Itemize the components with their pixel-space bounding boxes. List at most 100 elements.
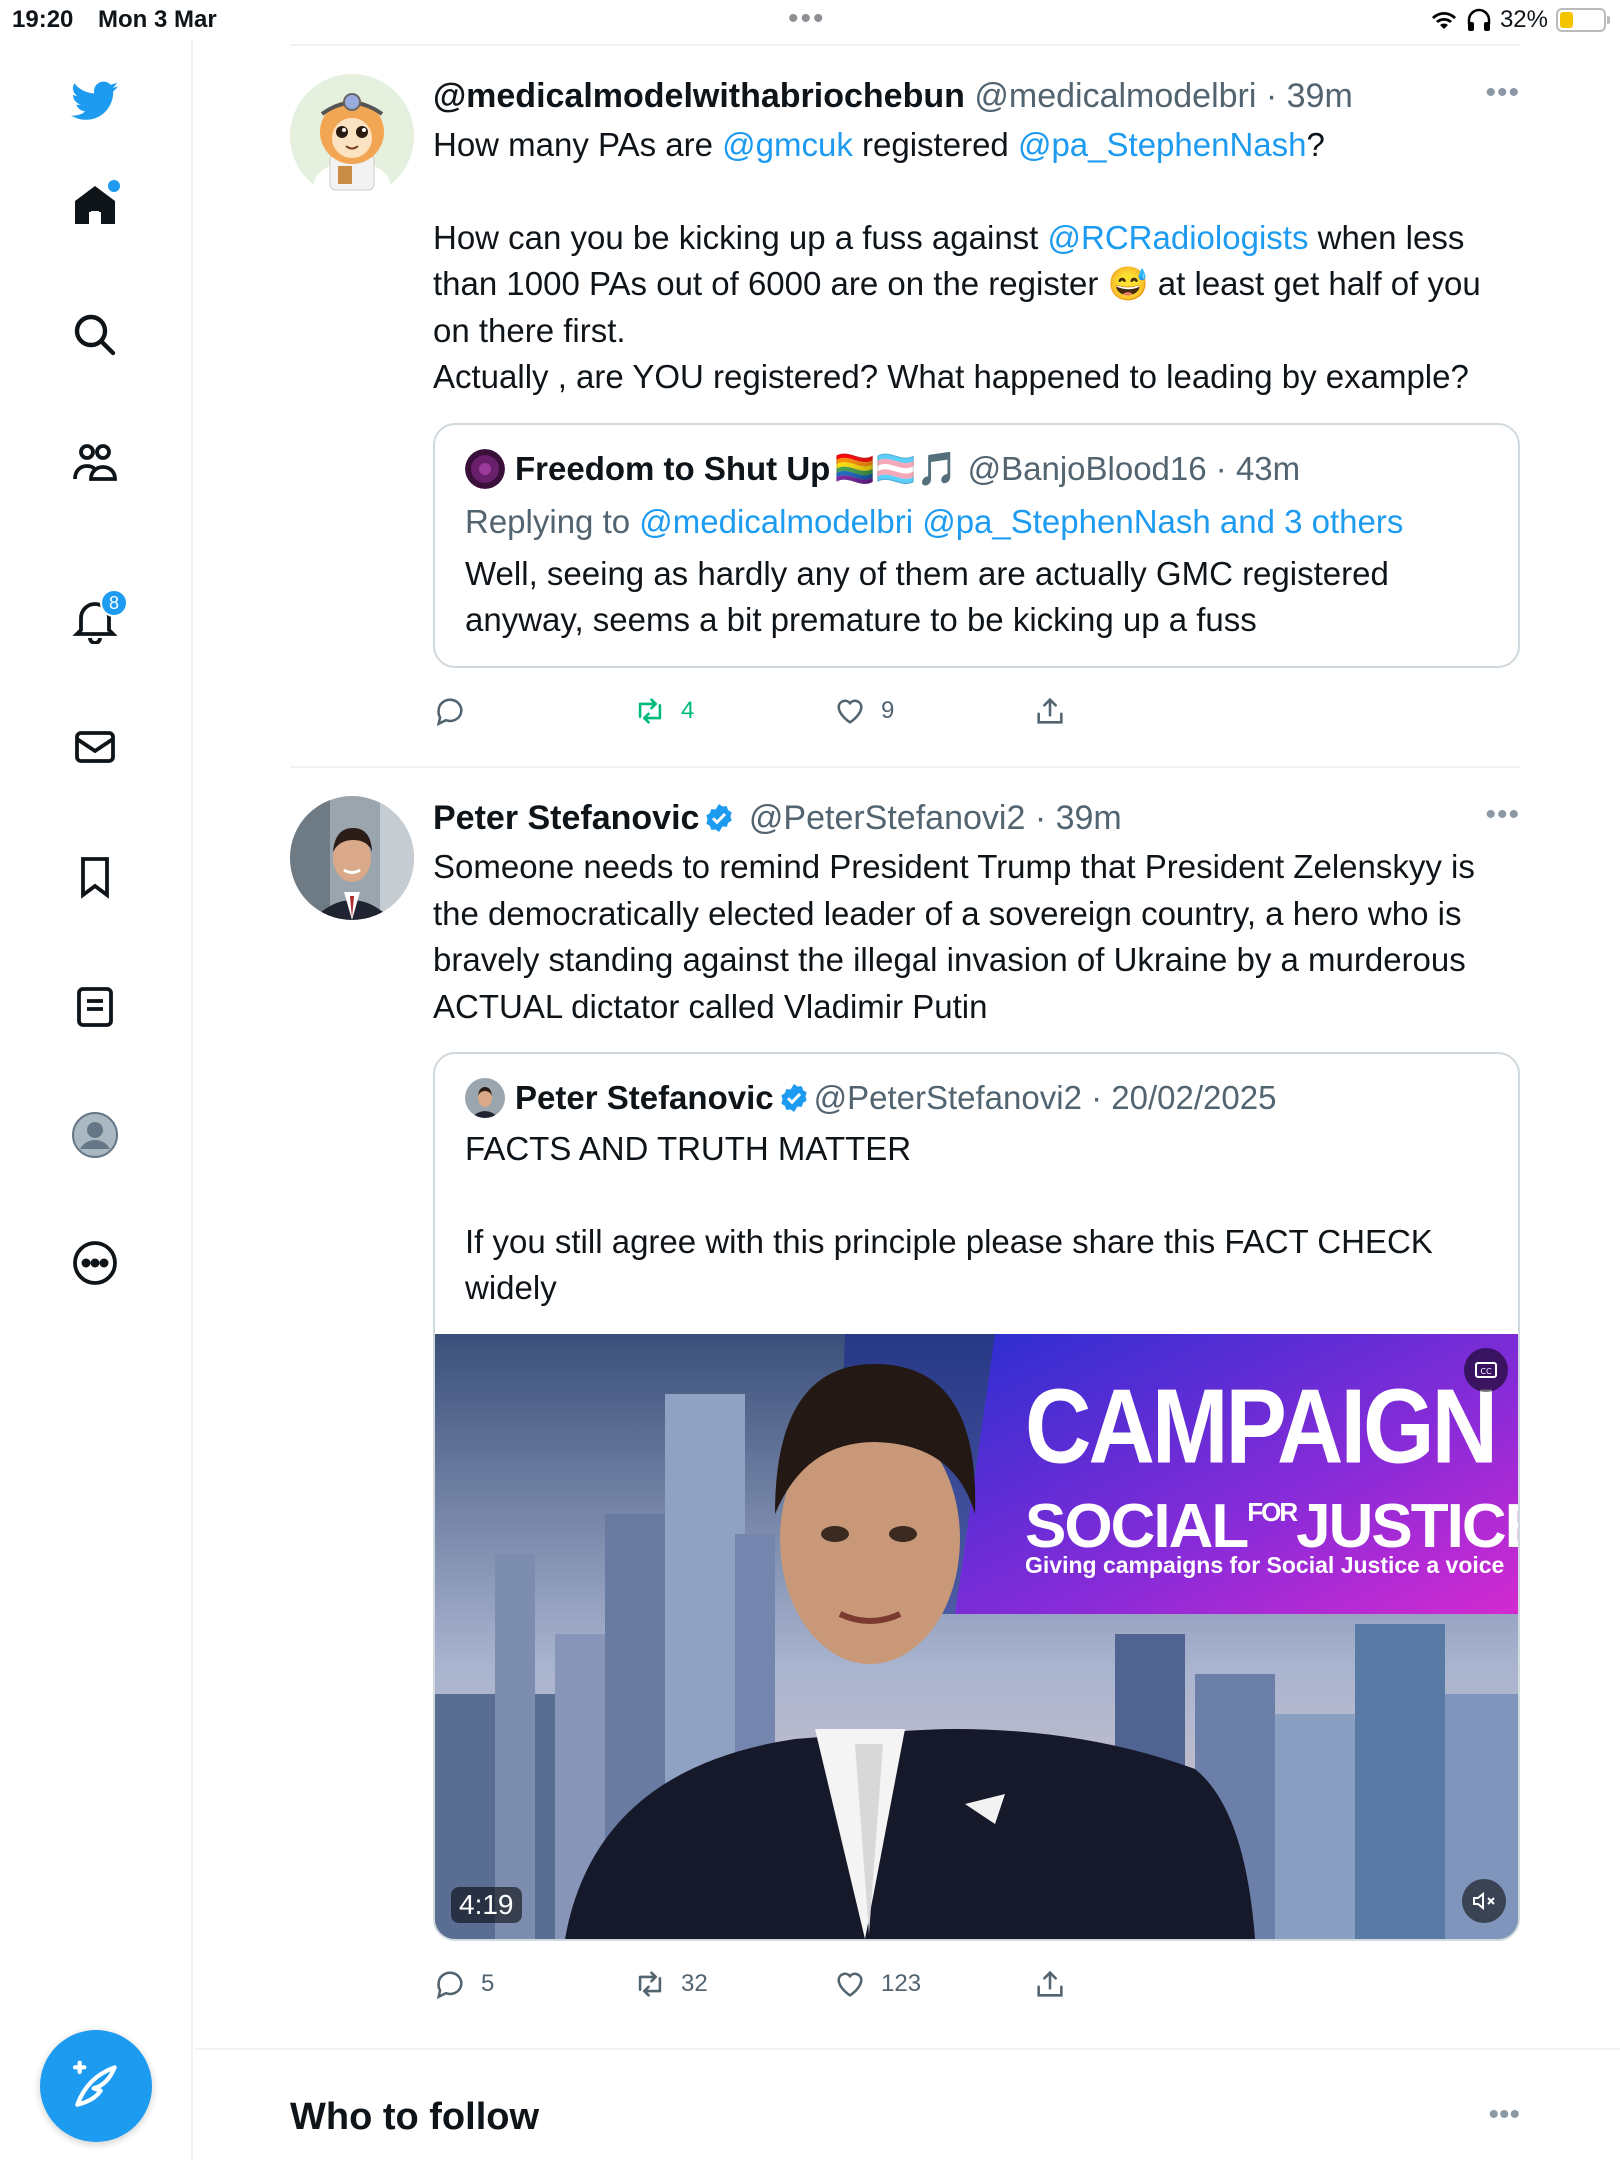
share-icon bbox=[1037, 1970, 1063, 1997]
heart-icon bbox=[837, 1972, 863, 1997]
status-date: Mon 3 Mar bbox=[98, 6, 217, 33]
lists-icon[interactable] bbox=[60, 972, 130, 1042]
retweet-count: 4 bbox=[681, 696, 695, 724]
retweet-button[interactable]: 4 bbox=[633, 694, 694, 728]
tweet-more-icon[interactable]: ••• bbox=[1485, 76, 1520, 110]
bookmark-icon[interactable] bbox=[60, 842, 130, 912]
quote-time: · 43m bbox=[1215, 449, 1301, 487]
notifications-badge: 8 bbox=[100, 589, 128, 617]
timeline: @medicalmodelwithabriochebun @medicalmod… bbox=[195, 40, 1620, 2160]
quote-text-line: FACTS AND TRUTH MATTER bbox=[465, 1130, 912, 1167]
quoted-tweet[interactable]: Peter Stefanovic @PeterStefanovi2 · 20/0… bbox=[433, 1052, 1520, 1941]
quote-author-name[interactable]: Peter Stefanovic bbox=[515, 1076, 774, 1120]
status-bar: 19:20 Mon 3 Mar ••• 32% bbox=[0, 0, 1620, 40]
section-divider bbox=[195, 2048, 1620, 2050]
tweet-text: How many PAs are @gmcuk registered @pa_S… bbox=[433, 122, 1520, 401]
headphones-icon bbox=[1467, 8, 1491, 31]
tweet-divider bbox=[290, 766, 1520, 768]
replying-to: Replying to @medicalmodelbri @pa_Stephen… bbox=[465, 499, 1488, 545]
mention-link[interactable]: @pa_StephenNash bbox=[1018, 126, 1307, 163]
twitter-logo-icon[interactable] bbox=[60, 66, 130, 136]
like-button[interactable]: 9 bbox=[833, 694, 894, 728]
battery-percent: 32% bbox=[1499, 6, 1548, 33]
multitasking-dots-icon[interactable]: ••• bbox=[788, 2, 826, 36]
communities-icon[interactable] bbox=[60, 428, 130, 498]
compose-quill-icon bbox=[72, 2060, 117, 2107]
quote-author-name[interactable]: Freedom to Shut Up bbox=[515, 447, 830, 491]
who-to-follow-heading: Who to follow bbox=[290, 2096, 540, 2138]
share-icon bbox=[1037, 697, 1063, 724]
heart-icon bbox=[837, 699, 863, 724]
reply-button[interactable] bbox=[433, 694, 481, 728]
replying-prefix: Replying to bbox=[465, 502, 640, 540]
quote-avatar[interactable] bbox=[465, 448, 505, 489]
share-button[interactable] bbox=[1033, 694, 1067, 728]
text-segment: ? bbox=[1306, 126, 1325, 163]
tweet-author-name[interactable]: @medicalmodelwithabriochebun bbox=[433, 77, 965, 115]
video-banner-title: CAMPAIGN bbox=[1025, 1367, 1498, 1486]
retweet-icon bbox=[638, 1970, 662, 1997]
more-options-icon[interactable] bbox=[60, 1228, 130, 1298]
tweet-header: @medicalmodelwithabriochebun @medicalmod… bbox=[433, 74, 1520, 118]
video-banner-tagline: Giving campaigns for Social Justice a vo… bbox=[1025, 1551, 1505, 1578]
avatar[interactable] bbox=[290, 74, 414, 198]
home-icon[interactable] bbox=[60, 170, 130, 240]
battery-icon bbox=[1556, 8, 1610, 32]
retweet-count: 32 bbox=[681, 1969, 708, 1997]
quote-author-flags: 🏳️‍🌈🏳️‍⚧️🎵 bbox=[834, 449, 958, 487]
top-divider bbox=[290, 44, 1520, 46]
tweet-author-name[interactable]: Peter Stefanovic bbox=[433, 799, 699, 837]
video-player[interactable]: CAMPAIGN SOCIALFORJUSTICE Giving campaig… bbox=[435, 1333, 1518, 1939]
quoted-tweet[interactable]: Freedom to Shut Up 🏳️‍🌈🏳️‍⚧️🎵 @BanjoBlood… bbox=[433, 422, 1520, 668]
who-to-follow-more-icon[interactable]: ••• bbox=[1488, 2098, 1520, 2132]
status-time: 19:20 bbox=[12, 6, 74, 33]
captions-icon[interactable]: CC bbox=[1464, 1347, 1508, 1392]
search-icon[interactable] bbox=[60, 300, 130, 370]
like-button[interactable]: 123 bbox=[833, 1967, 921, 2001]
compose-tweet-button[interactable] bbox=[40, 2030, 152, 2142]
quote-avatar[interactable] bbox=[465, 1078, 505, 1118]
quote-header: Peter Stefanovic @PeterStefanovi2 · 20/0… bbox=[465, 1076, 1488, 1120]
reply-button[interactable]: 5 bbox=[433, 1967, 494, 2001]
quote-header: Freedom to Shut Up 🏳️‍🌈🏳️‍⚧️🎵 @BanjoBlood… bbox=[465, 447, 1488, 491]
status-right: 32% bbox=[1430, 6, 1610, 34]
text-segment: Actually , are YOU registered? What happ… bbox=[433, 358, 1469, 395]
tweet-author-handle[interactable]: @PeterStefanovi2 bbox=[749, 799, 1025, 837]
tweet-text: Someone needs to remind President Trump … bbox=[433, 848, 1475, 1025]
profile-avatar-icon[interactable] bbox=[60, 1100, 130, 1170]
sidebar: 8 bbox=[0, 40, 193, 2160]
verified-badge-icon bbox=[780, 1084, 807, 1112]
replying-to-links[interactable]: @medicalmodelbri @pa_StephenNash and 3 o… bbox=[639, 503, 1403, 540]
reply-icon bbox=[436, 1971, 463, 1999]
tweet-actions: 5 32 123 bbox=[433, 1953, 1520, 2013]
notifications-bell-icon[interactable]: 8 bbox=[60, 585, 130, 655]
text-segment: How can you be kicking up a fuss against bbox=[433, 218, 1048, 256]
banner-word: SOCIAL bbox=[1025, 1491, 1249, 1561]
svg-text:CC: CC bbox=[1480, 1367, 1492, 1376]
reply-icon bbox=[436, 698, 463, 726]
quote-author-handle[interactable]: @PeterStefanovi2 bbox=[814, 1076, 1082, 1120]
mention-link[interactable]: @gmcuk bbox=[722, 126, 853, 163]
quote-text: FACTS AND TRUTH MATTER If you still agre… bbox=[465, 1126, 1488, 1312]
like-count: 9 bbox=[881, 696, 895, 724]
avatar[interactable] bbox=[290, 796, 414, 920]
messages-mail-icon[interactable] bbox=[60, 712, 130, 782]
text-segment: registered bbox=[852, 126, 1018, 163]
mention-link[interactable]: @RCRadiologists bbox=[1048, 219, 1309, 256]
retweet-button[interactable]: 32 bbox=[633, 1967, 708, 2001]
tweet-time[interactable]: · 39m bbox=[1035, 799, 1122, 837]
tweet-more-icon[interactable]: ••• bbox=[1485, 798, 1520, 832]
video-banner-subtitle: SOCIALFORJUSTICE bbox=[1025, 1480, 1518, 1561]
verified-badge-icon bbox=[706, 804, 733, 832]
retweet-icon bbox=[638, 697, 662, 724]
reply-count: 5 bbox=[481, 1969, 495, 1997]
quote-author-handle[interactable]: @BanjoBlood16 bbox=[968, 447, 1207, 491]
share-button[interactable] bbox=[1033, 1967, 1067, 2001]
sweat-smile-emoji: 😅 bbox=[1107, 265, 1149, 302]
quote-text: Well, seeing as hardly any of them are a… bbox=[465, 554, 1389, 639]
tweet-actions: 4 9 bbox=[433, 680, 1520, 740]
tweet-author-handle[interactable]: @medicalmodelbri bbox=[974, 77, 1256, 115]
tweet-time[interactable]: · 39m bbox=[1266, 77, 1353, 115]
tweet-header: Peter Stefanovic @PeterStefanovi2 · 39m bbox=[433, 796, 1520, 840]
mute-icon[interactable] bbox=[1462, 1878, 1506, 1923]
